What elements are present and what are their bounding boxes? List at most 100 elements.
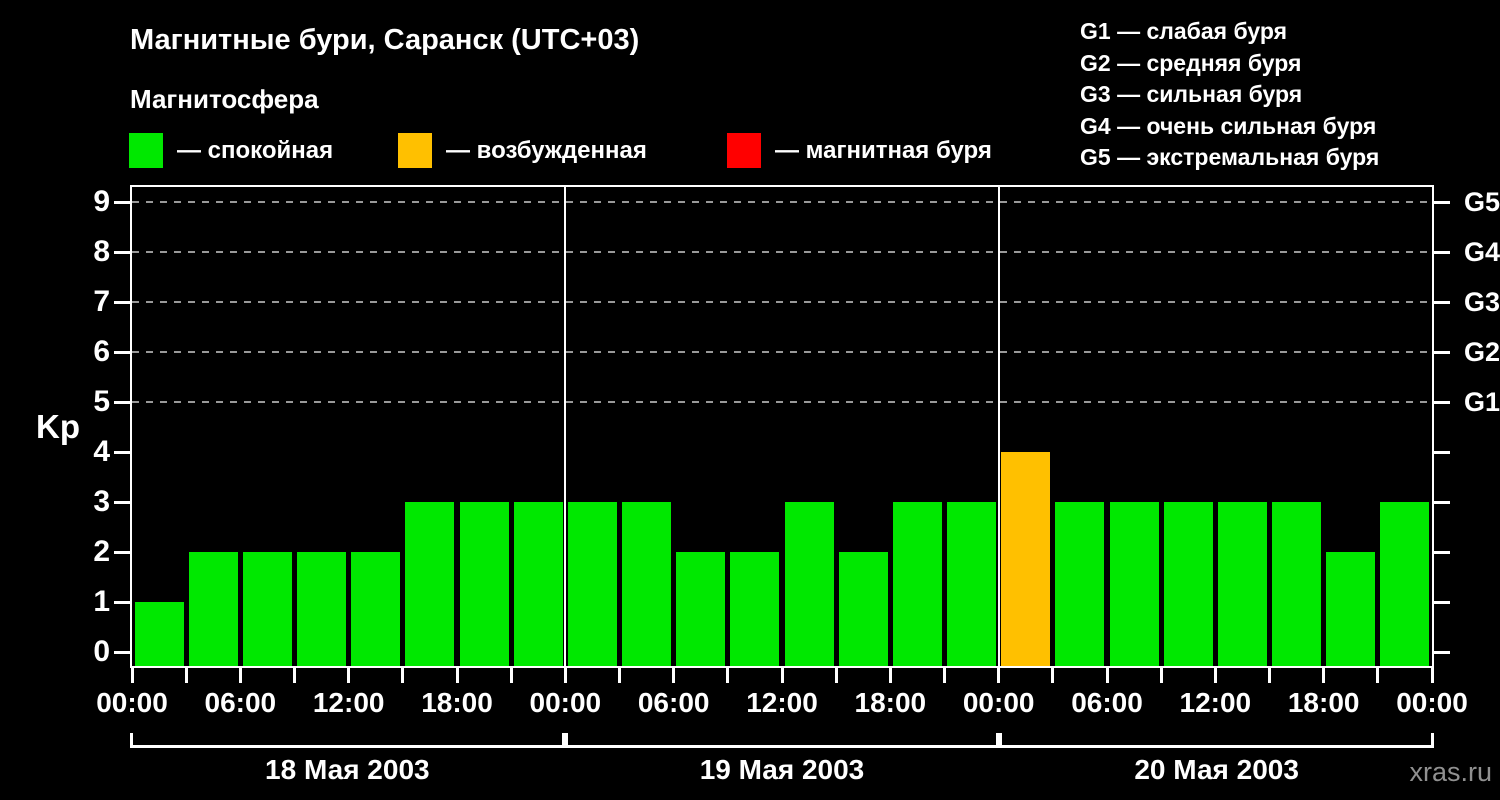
kp-bar xyxy=(1109,502,1159,666)
quiet-color-swatch xyxy=(129,133,163,168)
date-label: 18 Мая 2003 xyxy=(265,754,430,785)
x-axis-tick xyxy=(1376,668,1380,683)
x-axis-tick xyxy=(780,668,784,683)
g-scale-legend: G1 — слабая буря G2 — средняя буря G3 — си… xyxy=(1080,16,1379,174)
y-tick-label: 9 xyxy=(93,185,110,218)
x-tick-label: 18:00 xyxy=(421,687,493,718)
kp-bar xyxy=(134,602,184,666)
x-axis-tick xyxy=(1105,668,1109,683)
gridline xyxy=(132,351,1432,353)
y-axis-tick xyxy=(114,550,130,554)
kp-bar xyxy=(1326,552,1376,666)
x-axis-tick xyxy=(997,668,1001,683)
kp-bar xyxy=(513,502,563,666)
legend-item-label: — возбужденная xyxy=(446,136,647,164)
legend-item-label: — магнитная буря xyxy=(775,136,992,164)
magnetosphere-label: Магнитосфера xyxy=(130,84,319,114)
storm-color-swatch xyxy=(727,133,761,168)
kp-bar xyxy=(405,502,455,666)
g-scale-legend-line: G3 — сильная буря xyxy=(1080,81,1303,107)
kp-bar xyxy=(622,502,672,666)
right-axis-tick xyxy=(1434,350,1450,354)
x-tick-label: 06:00 xyxy=(1071,687,1143,718)
x-axis-tick xyxy=(1430,668,1434,683)
kp-bar xyxy=(188,552,238,666)
gridline xyxy=(132,401,1432,403)
x-axis-tick xyxy=(455,668,459,683)
right-axis-tick xyxy=(1434,400,1450,404)
g-scale-legend-line: G2 — средняя буря xyxy=(1080,49,1302,76)
x-axis-tick xyxy=(618,668,621,683)
y-axis-tick xyxy=(114,650,130,654)
kp-bar xyxy=(567,502,617,666)
magnetic-storms-chart: Магнитные бури, Саранск (UTC+03) Магнито… xyxy=(0,0,1500,800)
x-axis-tick xyxy=(1268,668,1271,683)
y-tick-label: 1 xyxy=(93,585,110,618)
x-axis-tick xyxy=(672,668,676,683)
g-scale-legend-line: G5 — экстремальная буря xyxy=(1080,144,1380,170)
date-bracket xyxy=(564,733,1000,748)
x-tick-label: 06:00 xyxy=(204,687,277,718)
g-level-label: G4 xyxy=(1464,237,1500,267)
kp-bar xyxy=(730,552,780,666)
watermark: xras.ru xyxy=(1409,757,1492,787)
x-axis-tick xyxy=(726,668,730,683)
y-axis-tick xyxy=(114,300,130,304)
x-tick-label: 18:00 xyxy=(854,687,927,718)
date-bracket xyxy=(999,733,1434,748)
kp-bar xyxy=(1272,502,1322,666)
kp-bar xyxy=(242,552,292,666)
y-axis-tick xyxy=(114,450,130,454)
g-scale-legend-line: G1 — слабая буря xyxy=(1080,18,1288,44)
kp-bar xyxy=(1380,502,1430,666)
date-label: 20 Мая 2003 xyxy=(1134,754,1299,785)
kp-bar xyxy=(784,502,834,666)
x-axis-tick xyxy=(401,668,405,683)
right-axis-tick xyxy=(1434,600,1450,604)
x-axis-tick xyxy=(943,668,946,683)
gridline xyxy=(132,301,1432,303)
kp-bar xyxy=(947,502,997,666)
x-tick-label: 00:00 xyxy=(962,687,1035,718)
x-axis-tick xyxy=(888,668,892,683)
x-axis-tick xyxy=(509,668,513,683)
right-axis-tick xyxy=(1434,250,1450,254)
y-tick-label: 0 xyxy=(93,635,110,668)
y-tick-label: 6 xyxy=(93,335,110,368)
g-level-label: G2 xyxy=(1464,337,1500,367)
legend-item-excited: — возбужденная xyxy=(398,133,647,168)
kp-bar xyxy=(838,552,888,666)
right-axis-tick xyxy=(1434,550,1450,554)
day-divider xyxy=(564,187,567,666)
right-axis-tick xyxy=(1434,500,1450,504)
right-axis-tick xyxy=(1434,450,1450,454)
date-bracket xyxy=(130,733,565,748)
kp-bar xyxy=(676,552,726,666)
y-axis-tick xyxy=(114,200,130,204)
g-level-label: G1 xyxy=(1464,387,1500,417)
y-tick-label: 7 xyxy=(93,285,110,318)
x-axis-tick xyxy=(1322,668,1326,683)
date-label: 19 Мая 2003 xyxy=(699,754,865,785)
kp-bar xyxy=(1217,502,1267,666)
kp-bar xyxy=(297,552,347,666)
x-axis-tick xyxy=(1051,668,1055,683)
y-axis-tick xyxy=(114,250,130,254)
kp-bar xyxy=(892,502,942,666)
x-tick-label: 00:00 xyxy=(96,687,168,718)
page-title: Магнитные бури, Саранск (UTC+03) xyxy=(130,24,640,56)
x-tick-label: 12:00 xyxy=(746,687,818,718)
y-axis-tick xyxy=(114,600,130,604)
x-axis-tick xyxy=(1213,668,1217,683)
y-tick-label: 2 xyxy=(93,535,110,568)
x-axis-tick xyxy=(834,668,838,683)
y-tick-label: 3 xyxy=(93,485,110,518)
right-axis-tick xyxy=(1434,300,1450,304)
gridline xyxy=(132,201,1432,203)
x-tick-label: 18:00 xyxy=(1287,687,1360,718)
x-axis-tick xyxy=(184,668,188,683)
y-axis-title: Kp xyxy=(36,408,80,445)
x-tick-label: 06:00 xyxy=(637,687,710,718)
y-axis-tick xyxy=(114,400,130,404)
kp-bar xyxy=(459,502,509,666)
